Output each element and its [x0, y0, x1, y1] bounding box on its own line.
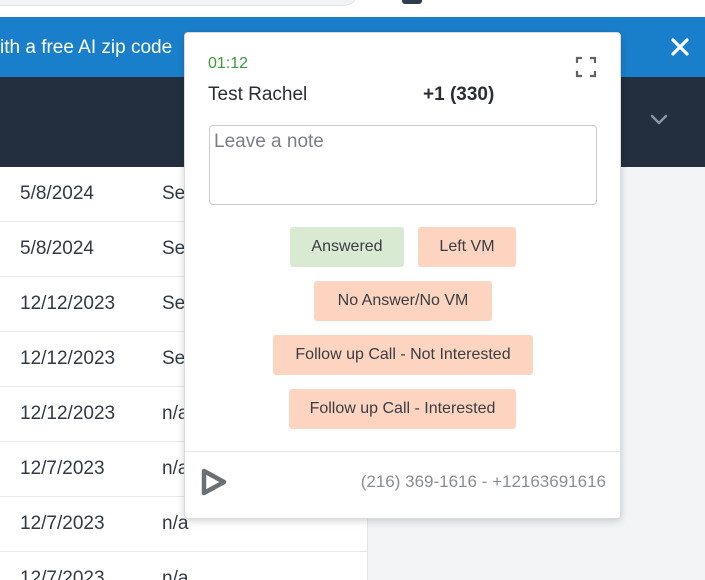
address-bar[interactable] — [0, 0, 358, 6]
contact-phone: +1 (330) — [423, 84, 495, 105]
row-date: 12/12/2023 — [20, 403, 116, 424]
banner-text: ith a free AI zip code — [0, 37, 173, 58]
row-date: 5/8/2024 — [20, 238, 94, 259]
row-detail: Se — [162, 293, 186, 314]
browser-tab-edge — [402, 0, 422, 4]
row-detail: Se — [162, 238, 186, 259]
answered-button[interactable]: Answered — [290, 227, 404, 267]
browser-top-strip — [0, 0, 705, 17]
contact-name: Test Rachel — [208, 84, 308, 105]
popup-divider — [185, 451, 620, 452]
row-detail: Se — [162, 183, 186, 204]
row-date: 12/7/2023 — [20, 458, 105, 479]
left-vm-button[interactable]: Left VM — [418, 227, 516, 267]
row-date: 12/12/2023 — [20, 293, 116, 314]
note-input[interactable] — [209, 125, 597, 205]
chevron-down-icon[interactable] — [649, 113, 669, 127]
follow-up-not-interested-button[interactable]: Follow up Call - Not Interested — [273, 335, 533, 375]
row-date: 12/12/2023 — [20, 348, 116, 369]
no-answer-button[interactable]: No Answer/No VM — [314, 281, 492, 321]
call-popup: 01:12 Test Rachel +1 (330) Answered Left… — [184, 32, 621, 519]
call-timer: 01:12 — [208, 55, 249, 72]
play-logo-icon — [201, 468, 227, 496]
row-detail: Se — [162, 348, 186, 369]
caller-id: (216) 369-1616 - +12163691616 — [360, 472, 606, 491]
row-date: 12/7/2023 — [20, 568, 105, 580]
row-date: 5/8/2024 — [20, 183, 94, 204]
expand-icon[interactable] — [575, 56, 597, 78]
table-row[interactable]: 12/7/2023 n/a — [0, 552, 368, 580]
close-icon[interactable] — [668, 35, 692, 59]
row-date: 12/7/2023 — [20, 513, 105, 534]
row-detail: n/a — [162, 568, 189, 580]
follow-up-interested-button[interactable]: Follow up Call - Interested — [289, 389, 516, 429]
